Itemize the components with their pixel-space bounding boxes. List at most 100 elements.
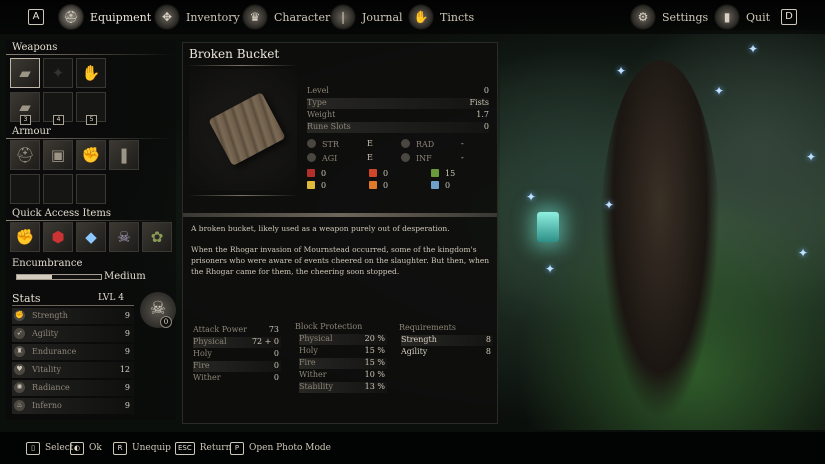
block-name: Fire <box>299 358 316 367</box>
attack-value: 0 <box>273 373 279 382</box>
prev-tab-key[interactable]: A <box>28 9 44 25</box>
scaling-value: E <box>367 139 373 148</box>
weapon-slot[interactable]: ✦ <box>43 58 73 88</box>
hint-select[interactable]: ▯ Select <box>26 441 73 455</box>
resist-value: 0 <box>383 169 389 178</box>
flower-icon: ✦ <box>526 190 537 204</box>
quick-item-slot[interactable]: ✊ <box>10 222 40 252</box>
armour-slot[interactable]: ⛑ <box>10 140 40 170</box>
quit-button[interactable]: ▮ Quit <box>714 4 770 30</box>
stat-row-endurance[interactable]: ♜ Endurance 9 <box>12 344 134 360</box>
block-name: Holy <box>299 346 318 355</box>
item-description-2: When the Rhogar invasion of Mournstead o… <box>191 245 490 276</box>
scaling-name: INF <box>416 154 432 163</box>
tab-tincts[interactable]: ✋ Tincts <box>408 4 474 30</box>
stat-value: 9 <box>124 329 130 338</box>
encumbrance-fill <box>17 275 53 279</box>
hint-ok[interactable]: ◐ Ok <box>70 441 102 455</box>
weapon-slot[interactable]: ✋ <box>76 58 106 88</box>
stats-divider <box>12 305 134 306</box>
skull-counter: 0 <box>160 316 172 328</box>
prop-rune-slots: Rune Slots 0 <box>307 122 489 133</box>
tab-label: Journal <box>362 10 403 24</box>
blue-crystal-icon: ◆ <box>85 228 97 246</box>
armour-slot[interactable]: ▣ <box>43 140 73 170</box>
weapon-slot[interactable]: ▰ <box>10 58 40 88</box>
stat-value: 12 <box>119 365 130 374</box>
flower-icon: ✦ <box>616 64 627 78</box>
mouse-icon: ▯ <box>26 441 40 455</box>
radiance-icon <box>401 139 410 148</box>
block-value: 20 % <box>364 334 385 343</box>
armour-slot[interactable]: ❚ <box>109 140 139 170</box>
armour-slot[interactable] <box>43 174 73 204</box>
quick-item-slot[interactable]: ✿ <box>142 222 172 252</box>
stat-name: Radiance <box>32 383 70 392</box>
broken-bucket-image <box>208 91 286 167</box>
stat-row-strength[interactable]: ✊ Strength 9 <box>12 308 134 324</box>
chest-armour-icon: ▣ <box>50 146 66 164</box>
item-detail-panel: Broken Bucket Level 0 Type Fists Weight 1.7… <box>182 42 498 424</box>
gauntlet-icon: ✊ <box>81 146 101 164</box>
scaling-rad: RAD - <box>401 139 464 149</box>
quick-item-slot[interactable]: ◆ <box>76 222 106 252</box>
control-hints-bar: ▯ Select ◐ Ok R Unequip ESC Return P Open Pho… <box>0 432 825 464</box>
book-icon: ❘ <box>330 4 356 30</box>
inferno-icon <box>401 153 410 162</box>
tab-character[interactable]: ♛ Character <box>242 4 330 30</box>
prop-name: Rune Slots <box>307 122 351 131</box>
stat-row-agility[interactable]: ➶ Agility 9 <box>12 326 134 342</box>
hint-return[interactable]: ESC Return <box>175 441 231 455</box>
burn-icon <box>369 169 377 177</box>
scaling-name: STR <box>322 140 339 149</box>
quick-access-heading: Quick Access Items <box>6 208 174 221</box>
stat-name: Agility <box>32 329 59 338</box>
stat-row-radiance[interactable]: ✺ Radiance 9 <box>12 380 134 396</box>
tab-inventory[interactable]: ✥ Inventory <box>154 4 240 30</box>
hint-photo-mode[interactable]: P Open Photo Mode <box>230 441 331 455</box>
resist-value: 0 <box>445 181 451 190</box>
weapon-slot[interactable]: 5 <box>76 92 106 125</box>
encumbrance-value: Medium <box>104 271 146 282</box>
weapon-slot[interactable]: 4 <box>43 92 73 125</box>
block-value: 15 % <box>364 346 385 355</box>
stat-row-vitality[interactable]: ♥ Vitality 12 <box>12 362 134 378</box>
red-potion-icon: ⬢ <box>51 228 65 246</box>
armour-slot[interactable]: ✊ <box>76 140 106 170</box>
weapon-slot[interactable]: ▰ 3 <box>10 92 40 125</box>
resist-fire: 0 <box>369 181 388 190</box>
fire-icon <box>369 181 377 189</box>
settings-button[interactable]: ⚙ Settings <box>630 4 708 30</box>
helmet-icon: ⛑ <box>58 4 84 30</box>
attack-row-physical: Physical 72 + 0 <box>193 337 281 348</box>
attack-value: 72 + 0 <box>251 337 279 346</box>
stat-name: Strength <box>32 311 68 320</box>
scaling-name: RAD <box>416 140 435 149</box>
block-protection-heading: Block Protection <box>295 322 363 331</box>
block-name: Stability <box>299 382 333 391</box>
prop-type: Type Fists <box>307 98 489 109</box>
quick-access-label: Quick Access Items <box>12 208 111 219</box>
herb-icon: ✿ <box>150 228 164 246</box>
quick-item-slot[interactable]: ☠ <box>109 222 139 252</box>
prop-value: 0 <box>483 86 489 95</box>
bag-icon: ✥ <box>154 4 180 30</box>
tab-journal[interactable]: ❘ Journal <box>330 4 403 30</box>
requirement-value: 8 <box>485 335 491 344</box>
stat-row-inferno[interactable]: ♨ Inferno 9 <box>12 398 134 414</box>
stat-value: 9 <box>124 401 130 410</box>
foliage <box>500 30 825 430</box>
armour-slot[interactable] <box>76 174 106 204</box>
block-name: Physical <box>299 334 333 343</box>
tab-equipment[interactable]: ⛑ Equipment <box>58 4 151 30</box>
glowing-lantern <box>537 212 559 242</box>
armour-slot[interactable] <box>10 174 40 204</box>
block-row-stability: Stability 13 % <box>299 382 387 393</box>
hint-unequip[interactable]: R Unequip <box>113 441 171 455</box>
requirement-row-strength: Strength 8 <box>401 335 493 346</box>
stat-value: 9 <box>124 347 130 356</box>
slot-number: 5 <box>86 115 97 125</box>
next-tab-key[interactable]: D <box>781 9 797 25</box>
quick-item-slot[interactable]: ⬢ <box>43 222 73 252</box>
hand-icon: ✋ <box>408 4 434 30</box>
